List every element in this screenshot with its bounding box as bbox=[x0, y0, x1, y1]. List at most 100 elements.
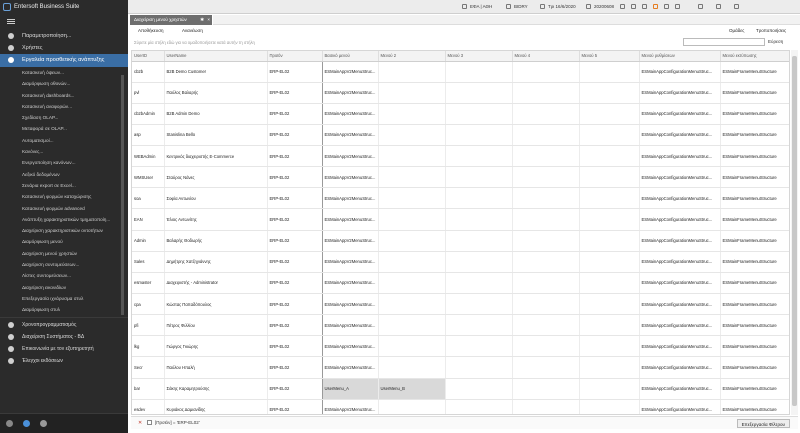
table-cell[interactable]: B2B Admin Demo bbox=[164, 103, 268, 125]
sidebar-subitem[interactable]: Κατασκευή dashboards... bbox=[0, 90, 128, 101]
table-cell[interactable]: ESMainAppConfigurationMenuStruc... bbox=[639, 272, 721, 295]
table-cell[interactable]: Παύλος Βαλαρής bbox=[164, 82, 268, 104]
close-icon[interactable] bbox=[734, 4, 739, 9]
table-cell[interactable]: Κυριάκος Δαμιανίδης bbox=[164, 399, 268, 414]
table-cell[interactable]: ESMainAppV2MenuStruc... bbox=[322, 272, 379, 295]
table-cell[interactable]: WEBAdmin bbox=[132, 145, 165, 168]
table-cell[interactable] bbox=[445, 293, 513, 316]
table-cell[interactable] bbox=[512, 124, 580, 147]
table-cell[interactable] bbox=[445, 399, 513, 414]
table-cell[interactable]: Sales bbox=[132, 251, 165, 273]
table-cell[interactable]: ESMainAppConfigurationMenuStruc... bbox=[639, 293, 721, 316]
table-cell[interactable]: ERP-EL02 bbox=[267, 124, 323, 147]
minimize-icon[interactable] bbox=[698, 4, 703, 9]
sidebar-subitem[interactable]: Διαχείριση συντομεύσεων... bbox=[0, 259, 128, 270]
table-row[interactable]: lkg Γιώργος Γκιώρης ERP-EL02 ESMainAppV2Men… bbox=[132, 335, 789, 358]
table-row[interactable]: pfi Πέτρος Φιλλίου ERP-EL02 ESMainAppV2Menu… bbox=[132, 314, 789, 337]
table-cell[interactable] bbox=[579, 208, 640, 231]
sidebar-scrollbar[interactable] bbox=[121, 75, 124, 315]
mail-icon[interactable] bbox=[631, 4, 636, 9]
column-header[interactable]: UserID bbox=[132, 51, 165, 62]
sidebar-subitem[interactable]: Διαμόρφωση στυλ bbox=[0, 304, 128, 315]
table-cell[interactable]: ESMainFrameMenuStructure bbox=[720, 335, 789, 358]
table-cell[interactable]: esdev bbox=[132, 399, 165, 414]
sidebar-subitem[interactable]: Διαχείριση εικονιδίων bbox=[0, 282, 128, 293]
table-cell[interactable] bbox=[512, 82, 580, 104]
table-cell[interactable] bbox=[445, 378, 513, 400]
chat-icon[interactable] bbox=[642, 4, 647, 9]
table-cell[interactable]: ESMainAppConfigurationMenuStruc... bbox=[639, 251, 721, 273]
table-cell[interactable]: ERP-EL02 bbox=[267, 293, 323, 316]
table-cell[interactable]: ERP-EL02 bbox=[267, 187, 323, 210]
table-row[interactable]: cb2b B2B Demo Customer ERP-EL02 ESMainAppV2… bbox=[132, 61, 789, 83]
table-cell[interactable]: ESMainFrameMenuStructure bbox=[720, 378, 789, 400]
table-cell[interactable]: Admin bbox=[132, 230, 165, 252]
user-label[interactable]: BIDRY bbox=[514, 3, 528, 11]
table-cell[interactable]: cb2bAdmin bbox=[132, 103, 165, 125]
sidebar-subitem[interactable]: Λεξικό δεδομένων bbox=[0, 169, 128, 180]
table-cell[interactable]: ESMainFrameMenuStructure bbox=[720, 356, 789, 379]
sidebar-item-users[interactable]: Χρήστες bbox=[0, 42, 128, 54]
star-icon[interactable] bbox=[40, 420, 47, 427]
table-cell[interactable]: UserMenu_B bbox=[378, 378, 446, 400]
bell-icon[interactable] bbox=[664, 4, 669, 9]
sidebar-subitem[interactable]: Επεξεργασία ιχνάρυσμα στυλ bbox=[0, 293, 128, 304]
tab-user-menus[interactable]: Διαχείριση μενού χρηστών ✱ × bbox=[130, 15, 212, 25]
table-cell[interactable] bbox=[579, 187, 640, 210]
table-cell[interactable]: ESMainAppConfigurationMenuStruc... bbox=[639, 103, 721, 125]
table-cell[interactable]: Σάκης Καραμητρούσης bbox=[164, 378, 268, 400]
maximize-icon[interactable] bbox=[716, 4, 721, 9]
table-cell[interactable] bbox=[445, 335, 513, 358]
table-row[interactable]: EAN Έλιος Αντωνίτης ERP-EL02 ESMainAppV2Men… bbox=[132, 208, 789, 231]
table-cell[interactable] bbox=[445, 251, 513, 273]
table-cell[interactable]: ESMainFrameMenuStructure bbox=[720, 293, 789, 316]
table-cell[interactable] bbox=[445, 124, 513, 147]
table-cell[interactable]: ESMainAppConfigurationMenuStruc... bbox=[639, 314, 721, 337]
sidebar-item-bottom[interactable]: Έλεγχοι εκδόσεων bbox=[0, 355, 128, 367]
table-row[interactable]: asp Stanislina Bello ERP-EL02 ESMainAppV2Me… bbox=[132, 124, 789, 147]
table-cell[interactable]: ESMainFrameMenuStructure bbox=[720, 272, 789, 295]
table-cell[interactable] bbox=[378, 124, 446, 147]
table-cell[interactable] bbox=[445, 314, 513, 337]
table-cell[interactable] bbox=[579, 61, 640, 83]
table-cell[interactable]: ESMainAppV2MenuStruc... bbox=[322, 293, 379, 316]
table-cell[interactable]: ERP-EL02 bbox=[267, 208, 323, 231]
table-cell[interactable] bbox=[445, 272, 513, 295]
table-cell[interactable]: ESMainAppConfigurationMenuStruc... bbox=[639, 230, 721, 252]
table-cell[interactable]: Πέτρος Φιλλίου bbox=[164, 314, 268, 337]
table-cell[interactable] bbox=[445, 230, 513, 252]
table-cell[interactable]: ESMainAppV2MenuStruc... bbox=[322, 61, 379, 83]
table-cell[interactable]: ERP-EL02 bbox=[267, 103, 323, 125]
table-row[interactable]: esmaster Διαχειριστής - Administrator ERP-… bbox=[132, 272, 789, 295]
table-cell[interactable] bbox=[579, 314, 640, 337]
column-header[interactable]: Μενού ρυθμίσεων bbox=[639, 51, 721, 62]
sidebar-subitem[interactable]: Διαμόρφωση μενού bbox=[0, 236, 128, 247]
column-header[interactable]: Μενού 4 bbox=[512, 51, 580, 62]
sidebar-subitem[interactable]: Σχεδίαση OLAP... bbox=[0, 112, 128, 123]
table-cell[interactable]: soa bbox=[132, 187, 165, 210]
sidebar-subitem[interactable]: Κατασκευή όψεων... bbox=[0, 67, 128, 78]
table-cell[interactable]: Γιώργος Γκιώρης bbox=[164, 335, 268, 358]
table-cell[interactable] bbox=[579, 103, 640, 125]
table-cell[interactable]: ESMainAppV2MenuStruc... bbox=[322, 251, 379, 273]
table-cell[interactable]: ESMainAppConfigurationMenuStruc... bbox=[639, 208, 721, 231]
table-cell[interactable]: Secr bbox=[132, 356, 165, 379]
table-cell[interactable]: lkg bbox=[132, 335, 165, 358]
sidebar-subitem[interactable]: Λίστες συντομεύσεων... bbox=[0, 270, 128, 281]
table-cell[interactable] bbox=[579, 378, 640, 400]
filter-checkbox[interactable] bbox=[147, 420, 152, 425]
table-cell[interactable] bbox=[378, 335, 446, 358]
table-cell[interactable]: Κεντρικός διαχειριστής E-Commerce bbox=[164, 145, 268, 168]
table-cell[interactable] bbox=[512, 399, 580, 414]
table-cell[interactable]: Κώστας Παπαδόπουλος bbox=[164, 293, 268, 316]
table-cell[interactable]: bar bbox=[132, 378, 165, 400]
table-cell[interactable]: WMSUser bbox=[132, 166, 165, 189]
search-button[interactable]: Εύρεση bbox=[768, 38, 783, 46]
sidebar-subitem[interactable]: Διαχείριση χαρακτηριστικών οντοτήτων bbox=[0, 225, 128, 236]
table-cell[interactable]: ESMainAppConfigurationMenuStruc... bbox=[639, 145, 721, 168]
table-cell[interactable]: ESMainAppConfigurationMenuStruc... bbox=[639, 82, 721, 104]
table-cell[interactable] bbox=[512, 208, 580, 231]
sidebar-subitem[interactable]: Μεταφορά σε OLAP... bbox=[0, 123, 128, 134]
settings-icon[interactable] bbox=[23, 420, 30, 427]
table-cell[interactable]: ESMainFrameMenuStructure bbox=[720, 230, 789, 252]
